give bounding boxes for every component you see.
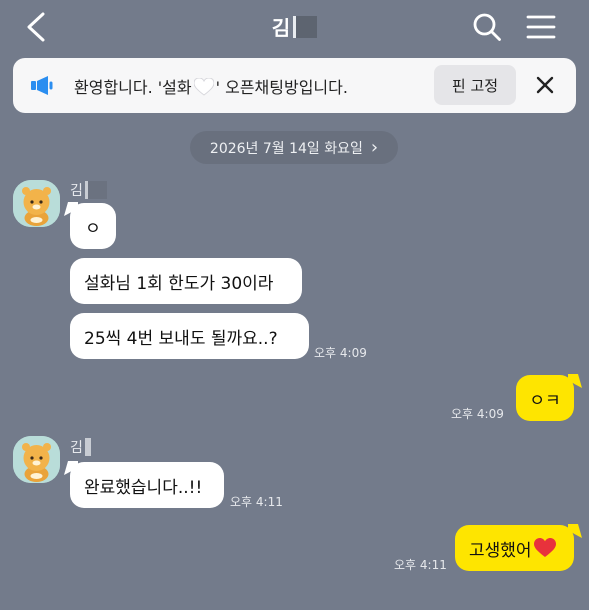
message-text: 25씩 4번 보내도 될까요..? [84,328,278,349]
hamburger-menu-icon[interactable] [526,14,556,40]
sender-name: 김 [70,180,107,200]
my-message-bubble[interactable]: 고생했어 [455,525,574,571]
avatar[interactable] [13,180,60,227]
bubble-tail [568,524,582,538]
chat-header: 김 [0,0,589,56]
message-text: 설화님 1회 한도가 30이라 [84,273,274,294]
message-bubble[interactable]: 설화님 1회 한도가 30이라 [70,258,302,304]
message-time: 오후 4:11 [394,558,447,572]
message-text: ㅇ [85,218,101,239]
message-bubble[interactable]: ㅇ [70,203,116,249]
sender-name: 김 [70,437,91,457]
message-time: 오후 4:09 [451,407,504,421]
sender-name-text: 김 [70,183,83,199]
notice-banner[interactable]: 환영합니다. '설화 ' 오픈채팅방입니다. 핀 고정 [13,58,576,113]
sender-name-text: 김 [70,440,83,456]
message-bubble[interactable]: 완료했습니다..!! [70,462,224,508]
message-bubble[interactable]: 25씩 4번 보내도 될까요..? [70,313,309,359]
name-redaction [84,438,91,456]
notice-text: 환영합니다. '설화 ' 오픈채팅방입니다. [74,74,348,98]
chat-title: 김 [271,12,318,41]
close-icon[interactable] [534,74,556,96]
message-time: 오후 4:11 [230,495,283,509]
message-time: 오후 4:09 [314,346,367,360]
date-divider[interactable]: 2026년 7월 14일 화요일 › [190,131,398,164]
chevron-right-icon: › [370,137,379,158]
search-icon[interactable] [472,12,502,42]
notice-text-after: ' 오픈채팅방입니다. [215,78,348,97]
red-heart-icon [533,538,556,557]
message-text: ㅇㅋ [529,390,561,411]
ryan-character-icon [13,436,60,483]
name-redaction [84,181,107,199]
notice-text-before: 환영합니다. '설화 [74,78,192,97]
date-divider-label: 2026년 7월 14일 화요일 [209,140,363,157]
my-message-bubble[interactable]: ㅇㅋ [516,375,574,421]
pin-button[interactable]: 핀 고정 [434,65,516,105]
ryan-character-icon [13,180,60,227]
message-text: 완료했습니다..!! [84,477,203,498]
white-heart-icon [193,77,215,96]
chat-title-text: 김 [271,16,291,40]
message-text: 고생했어 [469,540,532,561]
avatar[interactable] [13,436,60,483]
name-redaction [293,15,318,38]
megaphone-icon [31,76,53,95]
bubble-tail [568,374,582,388]
